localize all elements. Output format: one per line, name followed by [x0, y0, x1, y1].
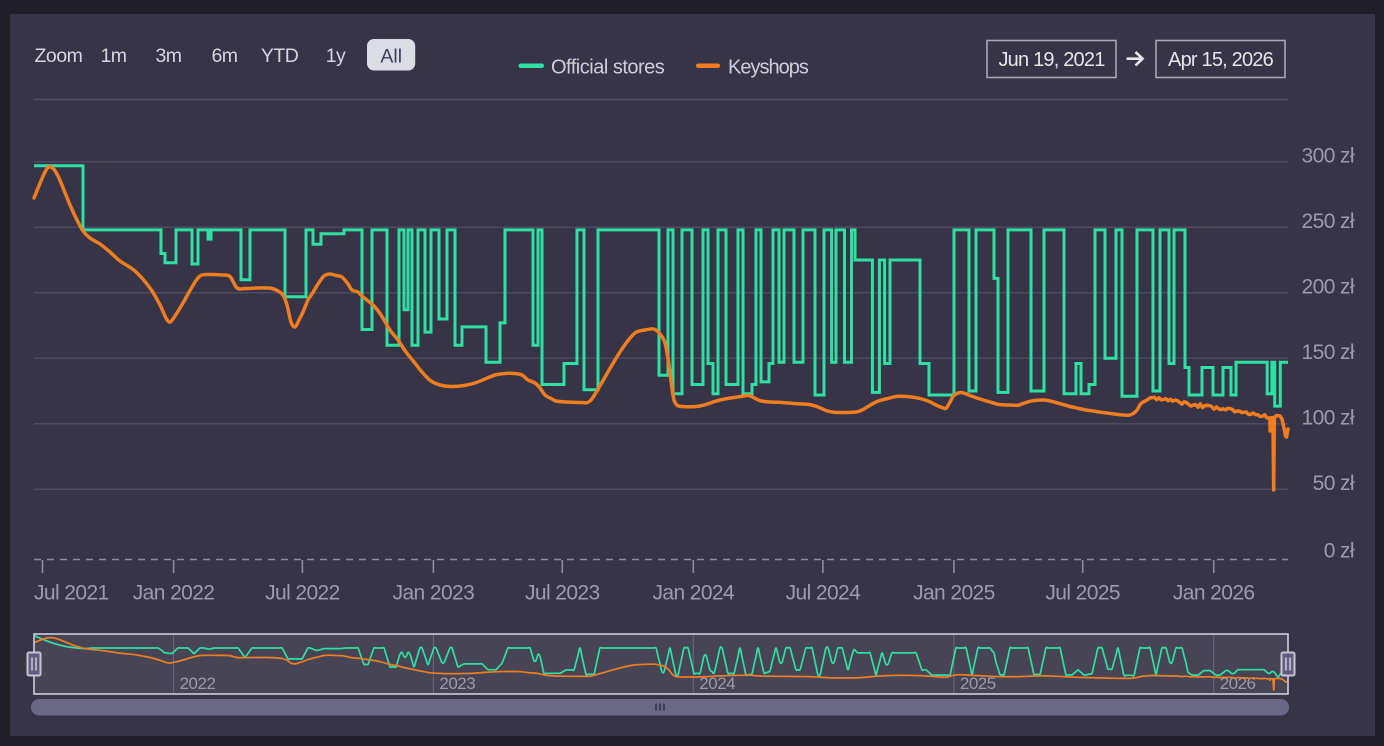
- svg-text:3m: 3m: [155, 45, 181, 67]
- svg-text:All: All: [380, 46, 402, 68]
- svg-text:Jun 19, 2021: Jun 19, 2021: [998, 49, 1105, 71]
- svg-text:100 zł: 100 zł: [1302, 406, 1355, 429]
- svg-text:Jul 2025: Jul 2025: [1045, 582, 1120, 605]
- svg-text:150 zł: 150 zł: [1302, 341, 1355, 364]
- svg-text:1y: 1y: [326, 45, 346, 67]
- svg-text:Jan 2023: Jan 2023: [393, 582, 475, 605]
- svg-text:Jan 2022: Jan 2022: [133, 582, 215, 605]
- svg-text:0 zł: 0 zł: [1324, 539, 1355, 562]
- svg-text:Jul 2024: Jul 2024: [786, 582, 862, 605]
- svg-text:50 zł: 50 zł: [1313, 472, 1355, 495]
- svg-text:2022: 2022: [180, 674, 216, 693]
- svg-text:Keyshops: Keyshops: [728, 57, 809, 79]
- svg-text:Jan 2026: Jan 2026: [1173, 582, 1255, 605]
- svg-text:Jul 2022: Jul 2022: [265, 582, 340, 605]
- svg-text:Zoom: Zoom: [35, 45, 83, 67]
- svg-text:Jul 2023: Jul 2023: [525, 582, 600, 605]
- svg-text:Jan 2025: Jan 2025: [913, 582, 995, 605]
- svg-text:200 zł: 200 zł: [1302, 275, 1355, 298]
- svg-text:Jul 2021: Jul 2021: [34, 582, 109, 605]
- svg-text:Official stores: Official stores: [551, 57, 665, 79]
- svg-text:2023: 2023: [439, 674, 475, 693]
- svg-text:250 zł: 250 zł: [1302, 210, 1355, 233]
- svg-text:300 zł: 300 zł: [1302, 144, 1355, 167]
- svg-text:6m: 6m: [211, 45, 237, 67]
- svg-text:Apr 15, 2026: Apr 15, 2026: [1168, 49, 1274, 71]
- svg-text:Jan 2024: Jan 2024: [652, 582, 735, 605]
- svg-text:YTD: YTD: [261, 45, 299, 67]
- svg-text:1m: 1m: [100, 45, 126, 67]
